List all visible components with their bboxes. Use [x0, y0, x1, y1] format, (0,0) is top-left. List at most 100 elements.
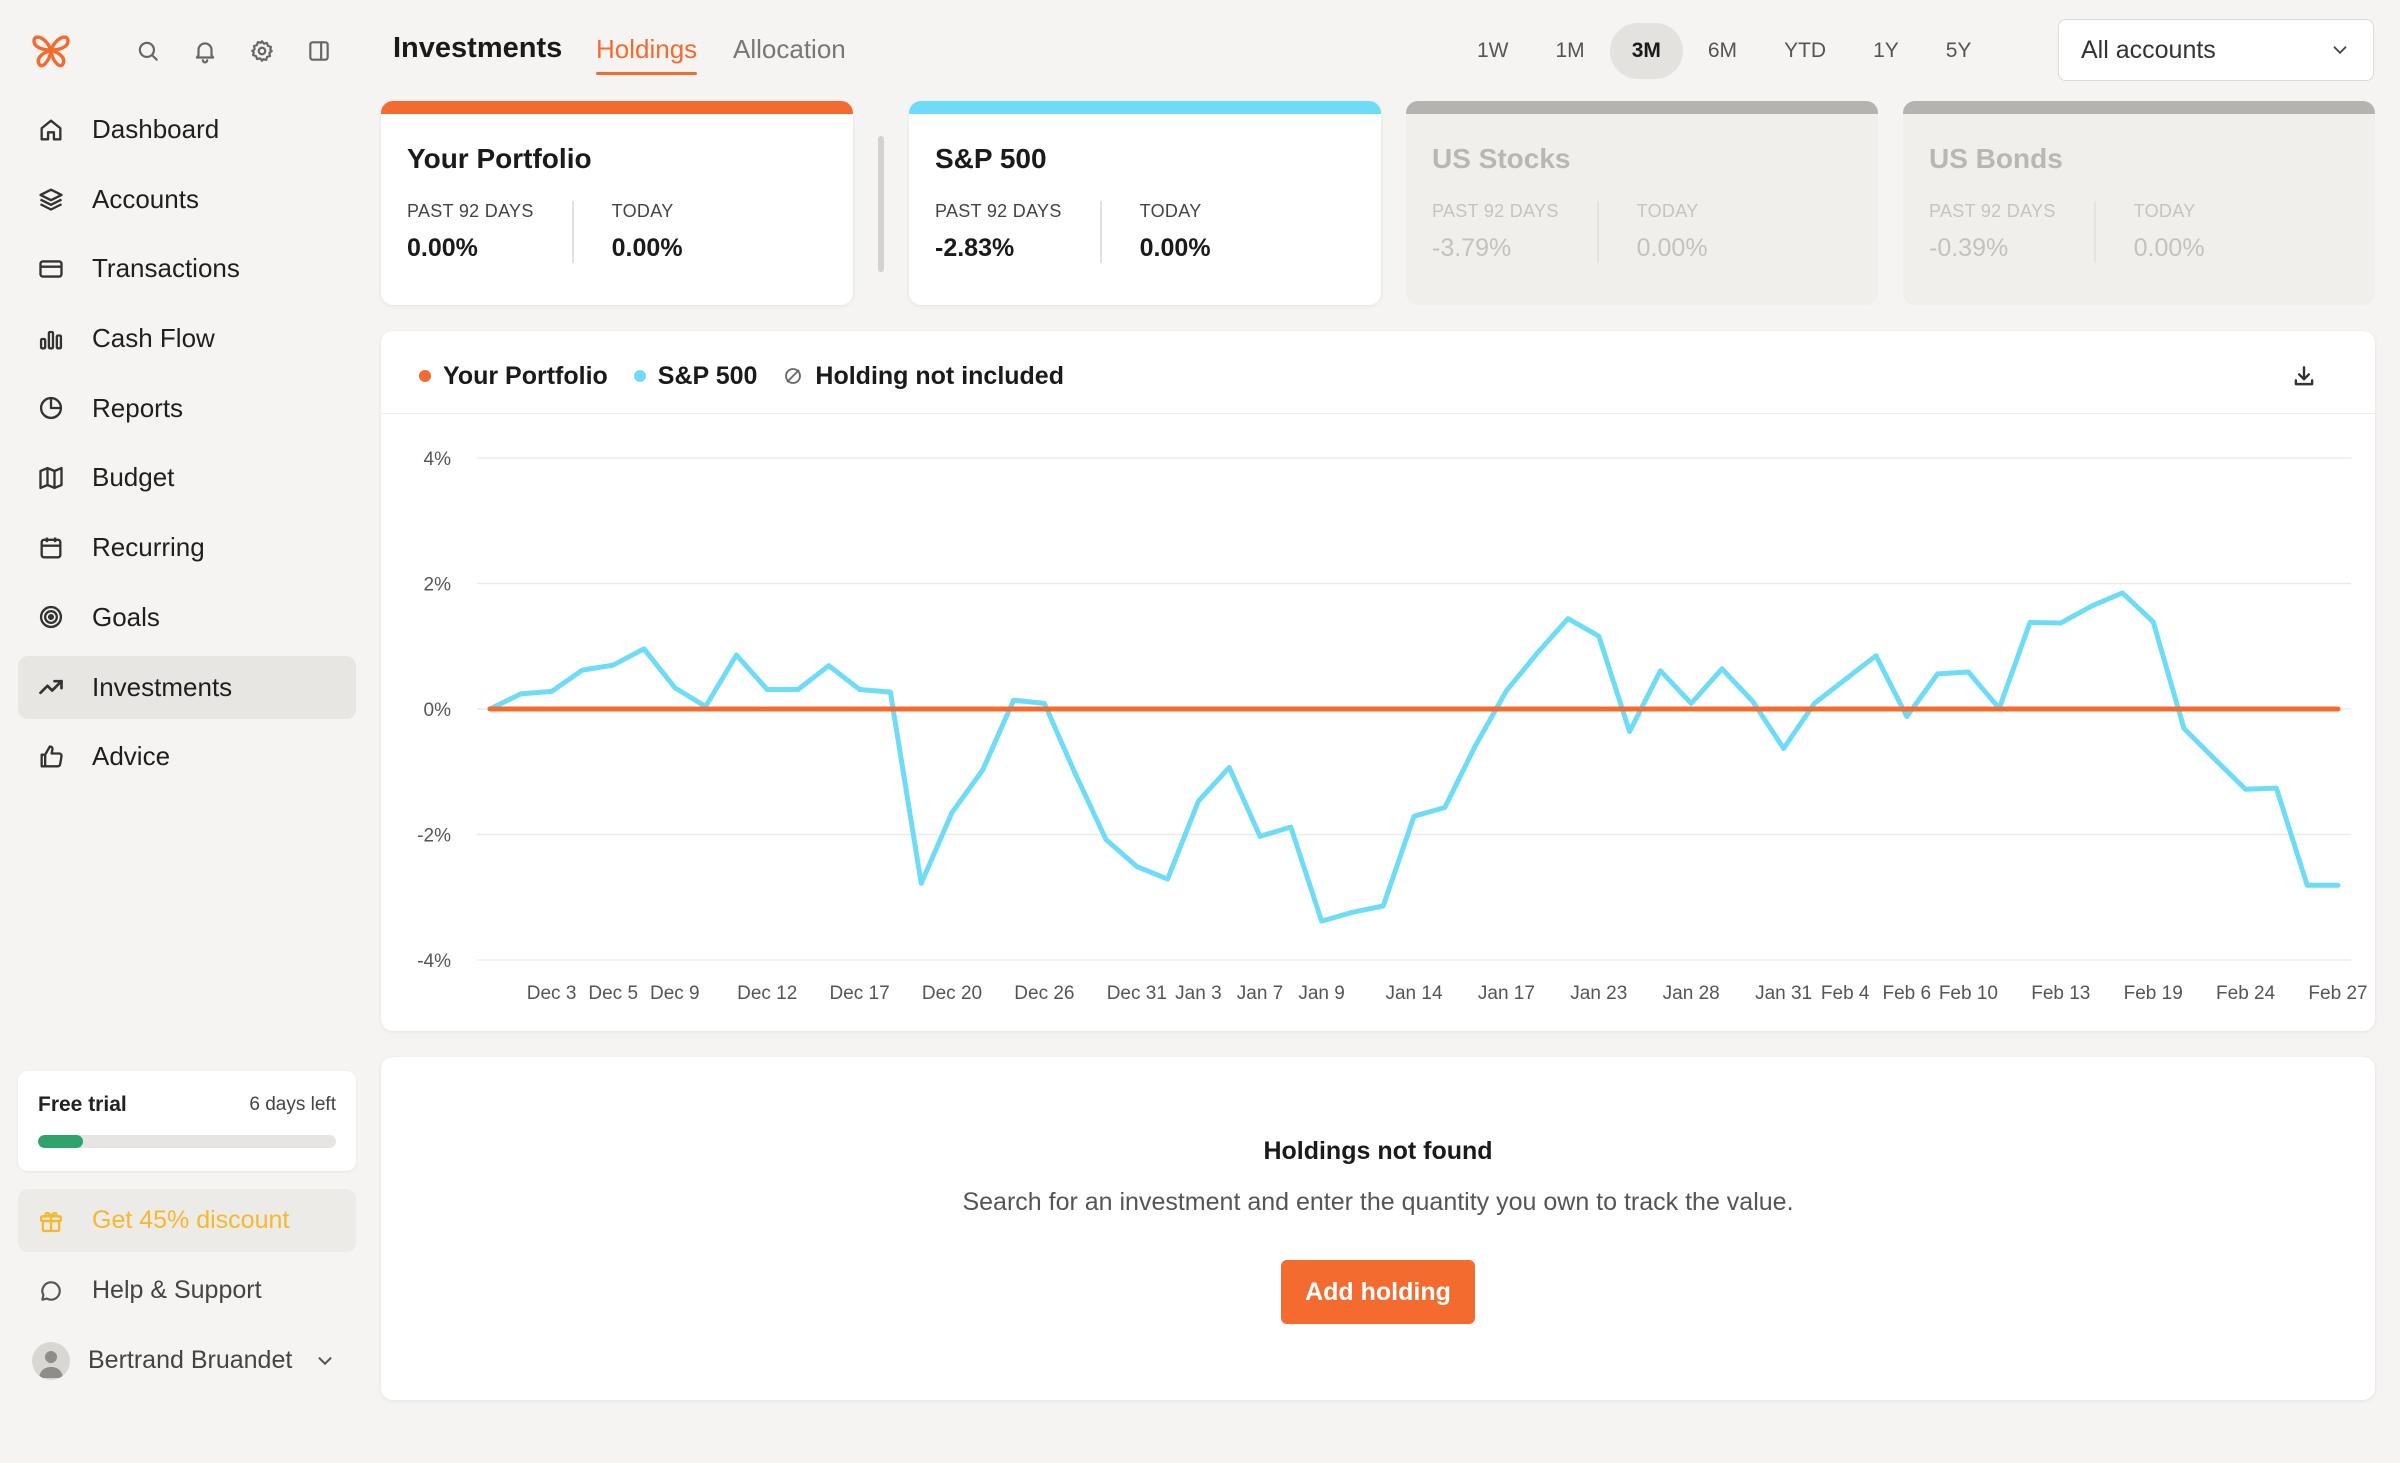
card-your-portfolio[interactable]: Your Portfolio PAST 92 DAYS 0.00% TODAY 0.…	[381, 101, 853, 305]
sidebar-item-label: Reports	[92, 392, 184, 423]
range-ytd[interactable]: YTD	[1762, 23, 1848, 79]
x-tick-label: Feb 4	[1821, 983, 1870, 1004]
stat-value: -2.83%	[935, 234, 1015, 262]
y-tick-label: -4%	[417, 951, 451, 972]
y-tick-label: 4%	[424, 449, 452, 470]
discount-button[interactable]: Get 45% discount	[18, 1189, 356, 1252]
map-icon	[36, 463, 66, 493]
trial-days-left: 6 days left	[249, 1094, 336, 1115]
range-1m[interactable]: 1M	[1534, 23, 1607, 79]
holdings-empty-state: Holdings not found Search for an investm…	[381, 1057, 2375, 1400]
credit-card-icon	[36, 254, 66, 284]
chevron-down-icon	[2329, 39, 2351, 61]
x-tick-label: Jan 14	[1385, 983, 1442, 1004]
x-tick-label: Jan 9	[1298, 983, 1344, 1004]
sidebar: Dashboard Accounts Transactions Cash Flo…	[0, 0, 372, 1463]
x-tick-label: Jan 3	[1175, 983, 1221, 1004]
sidebar-item-recurring[interactable]: Recurring	[18, 516, 356, 579]
card-title: S&P 500	[935, 143, 1047, 174]
chevron-down-icon	[314, 1350, 336, 1372]
sidebar-item-reports[interactable]: Reports	[18, 377, 356, 440]
range-1y[interactable]: 1Y	[1851, 23, 1921, 79]
layers-icon	[36, 184, 66, 214]
x-tick-label: Feb 6	[1883, 983, 1932, 1004]
add-holding-button[interactable]: Add holding	[1281, 1260, 1475, 1324]
x-tick-label: Feb 24	[2216, 983, 2276, 1004]
stat-label: TODAY	[1636, 201, 1699, 221]
sidebar-item-label: Recurring	[92, 532, 205, 563]
card-us-stocks[interactable]: US Stocks PAST 92 DAYS -3.79% TODAY 0.00%	[1406, 101, 1878, 305]
pie-chart-icon	[36, 393, 66, 423]
x-tick-label: Feb 13	[2031, 983, 2090, 1004]
x-tick-label: Dec 31	[1107, 983, 1167, 1004]
bell-icon[interactable]	[185, 31, 225, 71]
stat-value: 0.00%	[611, 234, 683, 262]
sidebar-item-accounts[interactable]: Accounts	[18, 168, 356, 231]
range-5y[interactable]: 5Y	[1924, 23, 1994, 79]
tab-holdings[interactable]: Holdings	[596, 34, 698, 75]
stat-label: TODAY	[2133, 201, 2196, 221]
x-tick-label: Dec 26	[1014, 983, 1074, 1004]
discount-label: Get 45% discount	[92, 1206, 290, 1234]
target-icon	[36, 602, 66, 632]
trial-progress-bar	[38, 1135, 336, 1148]
card-color-stripe	[381, 101, 853, 114]
x-tick-label: Dec 17	[829, 983, 889, 1004]
sidebar-item-transactions[interactable]: Transactions	[18, 237, 356, 300]
empty-state-description: Search for an investment and enter the q…	[962, 1188, 1794, 1216]
card-us-bonds[interactable]: US Bonds PAST 92 DAYS -0.39% TODAY 0.00%	[1903, 101, 2375, 305]
sidebar-nav: Dashboard Accounts Transactions Cash Flo…	[18, 98, 356, 795]
sidebar-item-cash-flow[interactable]: Cash Flow	[18, 307, 356, 370]
calendar-icon	[36, 533, 66, 563]
sidebar-item-label: Investments	[92, 671, 233, 702]
range-1w[interactable]: 1W	[1455, 23, 1531, 79]
gift-icon	[36, 1206, 66, 1236]
time-range-selector: 1W 1M 3M 6M YTD 1Y 5Y	[1455, 23, 1996, 79]
sidebar-item-label: Dashboard	[92, 114, 220, 144]
x-tick-label: Dec 20	[922, 983, 982, 1004]
card-color-stripe	[909, 101, 1381, 114]
sidebar-item-dashboard[interactable]: Dashboard	[18, 98, 356, 161]
sidebar-item-investments[interactable]: Investments	[18, 655, 356, 719]
page-title: Investments	[393, 32, 563, 64]
sidebar-toggle-icon[interactable]	[299, 31, 339, 71]
x-tick-label: Jan 17	[1478, 983, 1535, 1004]
x-tick-label: Dec 9	[650, 983, 700, 1004]
accounts-dropdown[interactable]: All accounts	[2058, 19, 2374, 81]
help-support-link[interactable]: Help & Support	[18, 1259, 356, 1322]
card-sp500[interactable]: S&P 500 PAST 92 DAYS -2.83% TODAY 0.00%	[909, 101, 1381, 305]
free-trial-widget[interactable]: Free trial 6 days left	[18, 1071, 356, 1171]
stat-value: -0.39%	[1929, 234, 2009, 262]
avatar	[32, 1341, 70, 1380]
x-tick-label: Jan 23	[1570, 983, 1627, 1004]
card-color-stripe	[1903, 101, 2375, 114]
card-title: US Stocks	[1432, 143, 1571, 174]
tab-allocation[interactable]: Allocation	[733, 34, 846, 65]
trending-up-icon	[36, 672, 66, 702]
trial-title: Free trial	[38, 1093, 127, 1116]
trial-progress-fill	[38, 1135, 83, 1148]
user-menu[interactable]: Bertrand Bruandet	[18, 1329, 356, 1392]
gear-icon[interactable]	[242, 31, 282, 71]
x-tick-label: Feb 10	[1939, 983, 1998, 1004]
empty-state-title: Holdings not found	[1263, 1137, 1493, 1165]
sidebar-item-goals[interactable]: Goals	[18, 586, 356, 649]
sidebar-item-label: Goals	[92, 601, 160, 632]
accounts-dropdown-value: All accounts	[2081, 35, 2216, 64]
thumbs-up-icon	[36, 742, 66, 772]
sidebar-item-budget[interactable]: Budget	[18, 446, 356, 509]
chat-bubble-icon	[36, 1276, 66, 1306]
sidebar-item-advice[interactable]: Advice	[18, 725, 356, 788]
app-logo[interactable]	[26, 26, 76, 76]
stat-label: TODAY	[1139, 201, 1202, 221]
series-line-sp500	[487, 590, 2341, 924]
stat-value: -3.79%	[1432, 234, 1512, 262]
sidebar-item-label: Accounts	[92, 183, 199, 214]
range-3m[interactable]: 3M	[1609, 23, 1683, 79]
stat-value: 0.00%	[2133, 234, 2205, 262]
y-tick-label: -2%	[417, 826, 451, 847]
y-tick-label: 0%	[424, 700, 452, 721]
search-icon[interactable]	[128, 31, 168, 71]
x-tick-label: Jan 28	[1663, 983, 1720, 1004]
range-6m[interactable]: 6M	[1686, 23, 1759, 79]
